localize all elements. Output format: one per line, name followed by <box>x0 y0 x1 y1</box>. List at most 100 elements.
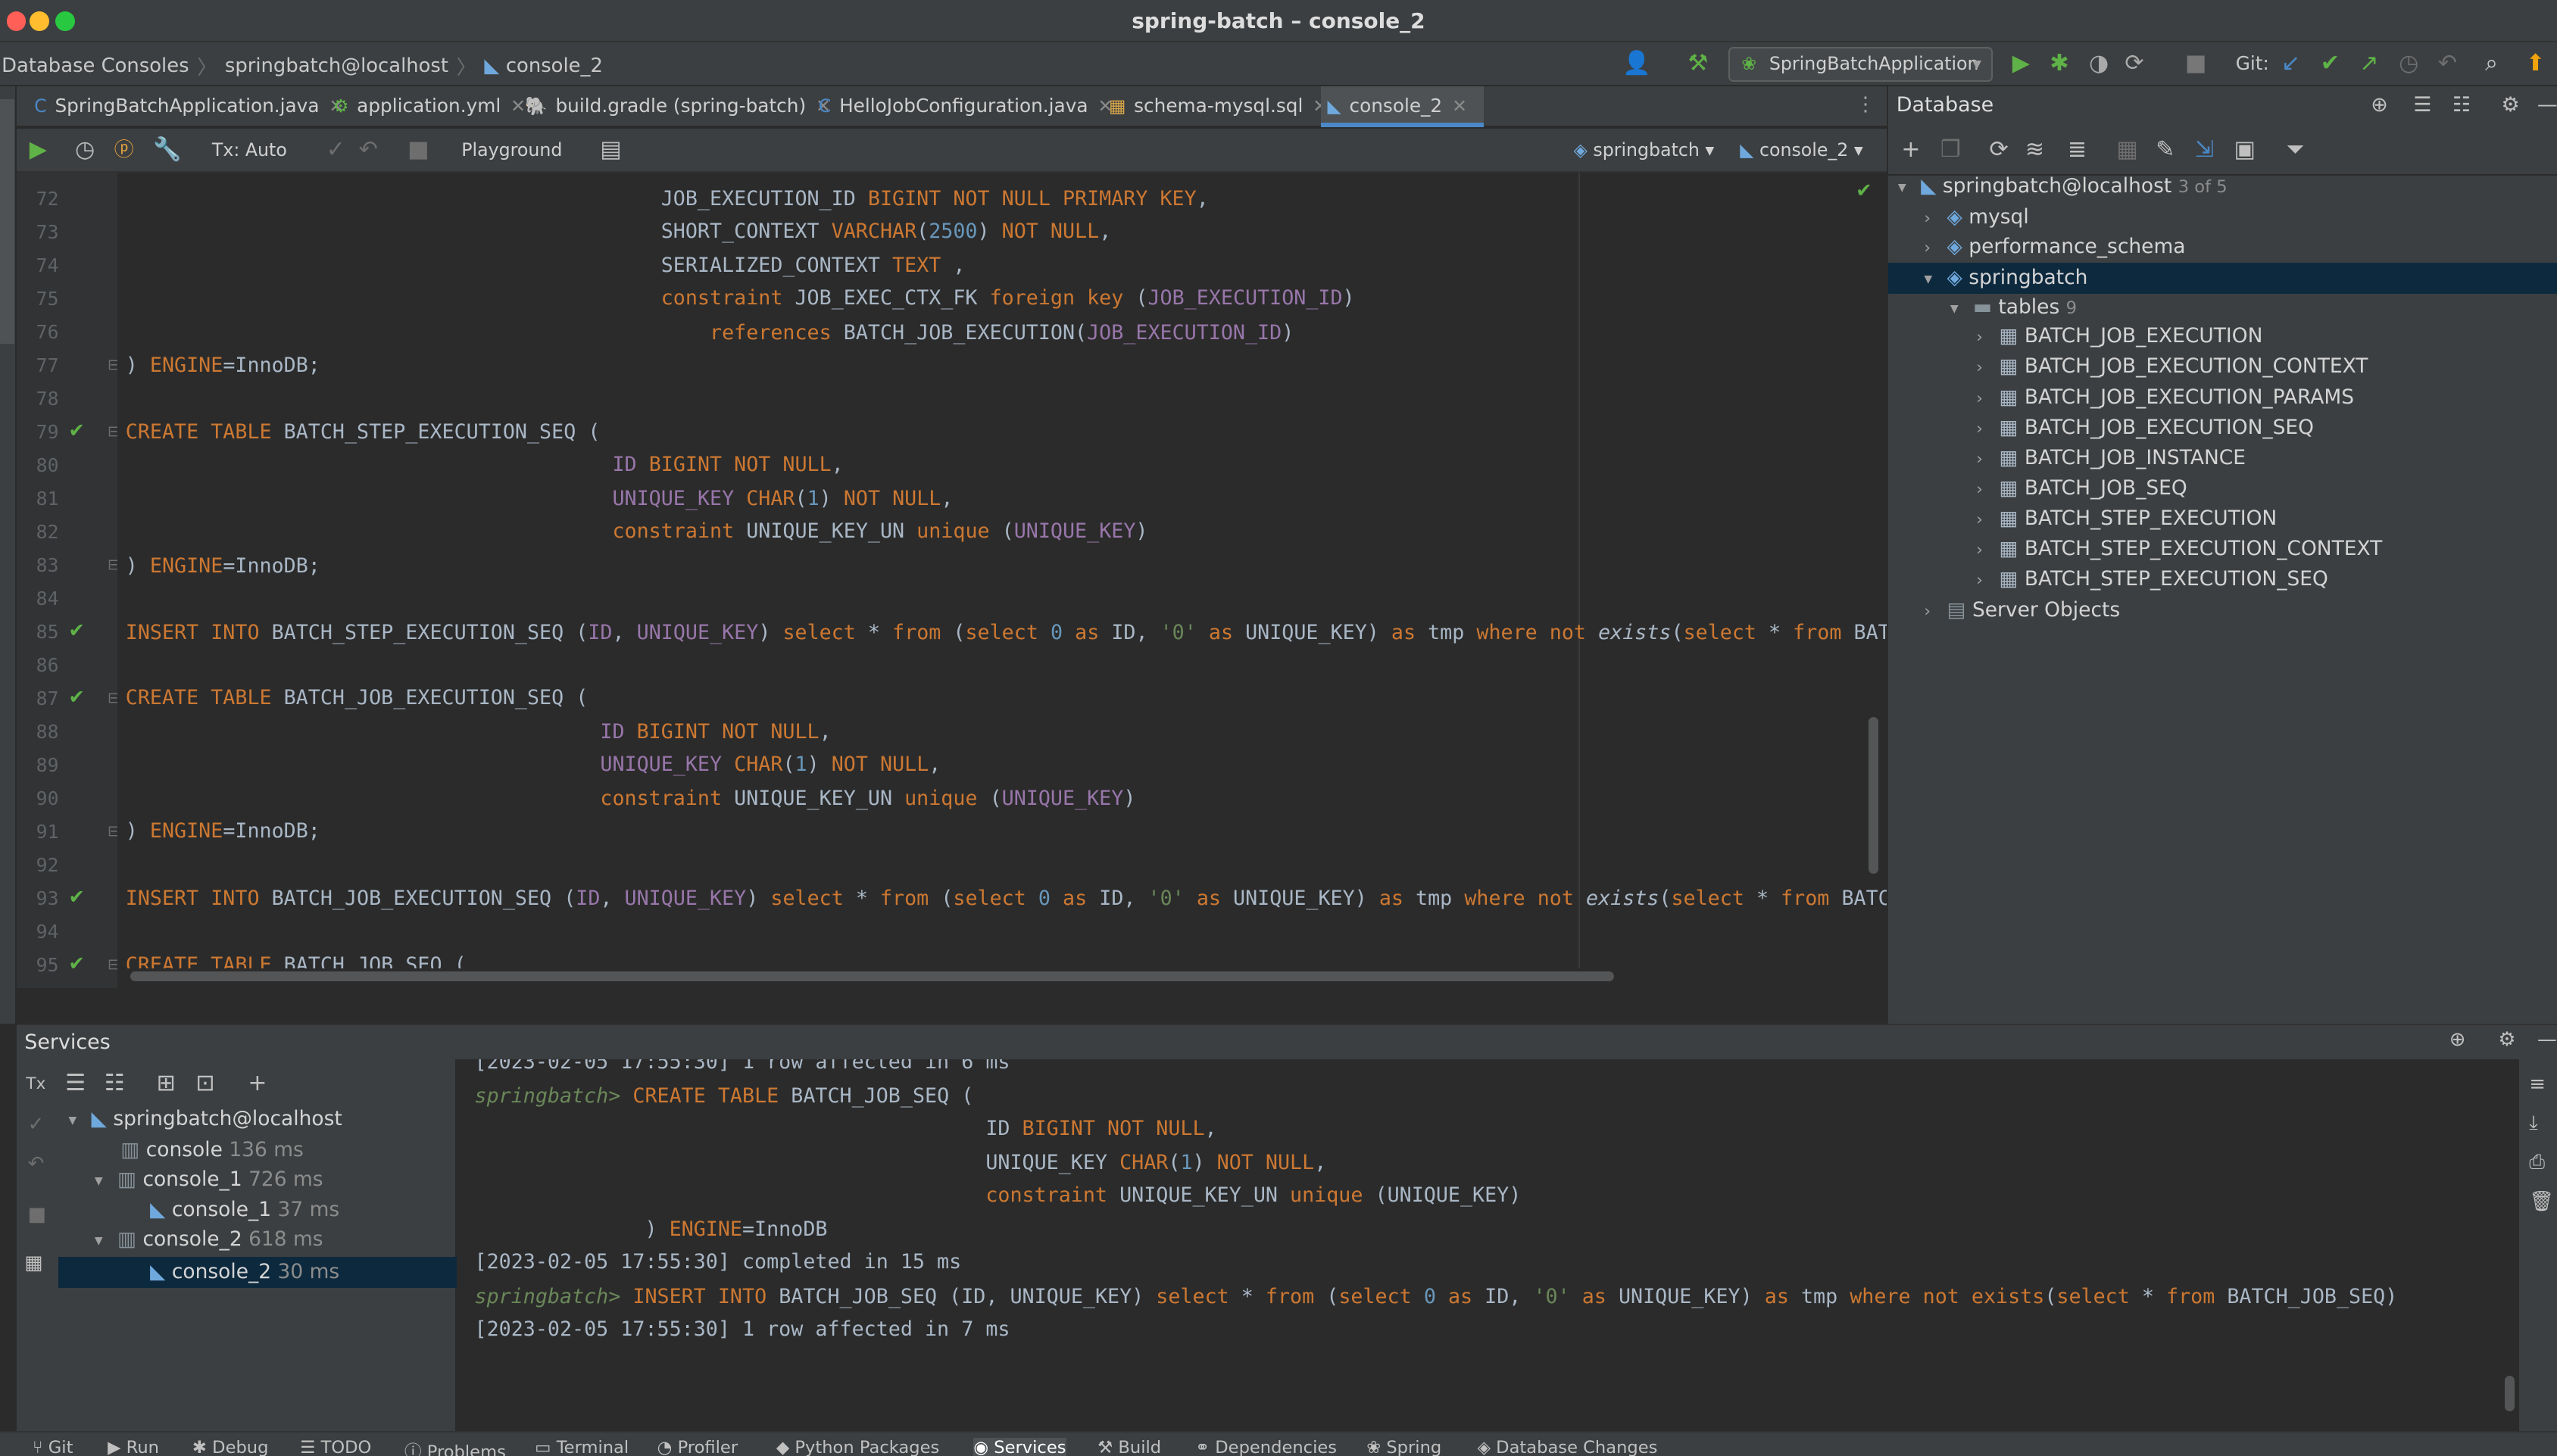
bottom-tab-todo[interactable]: ☰ TODO <box>300 1438 371 1456</box>
execute-icon[interactable]: ▶ <box>30 136 47 163</box>
edit-icon[interactable]: ✎ <box>2156 136 2175 163</box>
tree-table[interactable]: › ▦ BATCH_JOB_SEQ <box>1976 476 2187 500</box>
tab-springbatchapplication[interactable]: C SpringBatchApplication.java ✕ <box>28 86 344 127</box>
close-icon[interactable]: ✕ <box>1452 95 1467 117</box>
tree-table[interactable]: › ▦ BATCH_JOB_EXECUTION <box>1976 324 2262 348</box>
bottom-tab-database-changes[interactable]: ◈ Database Changes <box>1478 1438 1658 1456</box>
tab-schema-mysql[interactable]: ▦schema-mysql.sql✕ <box>1102 86 1328 127</box>
refresh-icon[interactable]: ⟳ <box>1990 136 2009 163</box>
hide-icon[interactable]: — <box>2537 86 2557 124</box>
tree-schema-mysql[interactable]: › ◈ mysql <box>1924 205 2028 229</box>
editor-horizontal-scrollbar[interactable] <box>130 971 1615 982</box>
filter-icon[interactable]: ⏷ <box>2286 136 2304 163</box>
services-output[interactable]: [2023-02-05 17:55:30] 1 row affected in … <box>457 1059 2505 1415</box>
svc-datasource[interactable]: ▾ ◣ springbatch@localhost <box>68 1107 342 1130</box>
settings-wrench-icon[interactable]: 🔧 <box>153 136 182 163</box>
breadcrumb-item[interactable]: Database Consoles <box>2 55 189 77</box>
chevron-right-icon[interactable]: › <box>1976 480 1999 499</box>
tab-application-yml[interactable]: ⚙ application.yml ✕ <box>326 86 526 127</box>
tree-table[interactable]: › ▦ BATCH_JOB_EXECUTION_CONTEXT <box>1976 354 2368 378</box>
breadcrumb-item[interactable]: console_2 <box>506 55 603 77</box>
tree-table[interactable]: › ▦ BATCH_JOB_INSTANCE <box>1976 446 2246 469</box>
tree-datasource[interactable]: ▾ ◣ springbatch@localhost 3 of 5 <box>1898 174 2228 198</box>
git-commit-icon[interactable]: ✔ <box>2321 50 2340 76</box>
copy-icon[interactable]: ❐ <box>1940 136 1961 163</box>
schema-select[interactable]: ◈ springbatch ▾ <box>1574 137 1715 163</box>
chevron-right-icon[interactable]: › <box>1924 602 1947 621</box>
print-icon[interactable]: ⎙ <box>2529 1151 2545 1174</box>
tree-schema-springbatch[interactable]: ▾ ◈ springbatch <box>1888 262 2557 295</box>
stop-icon[interactable]: ■ <box>2185 50 2206 76</box>
add-icon[interactable]: + <box>1901 136 1920 163</box>
git-history-icon[interactable]: ◷ <box>2399 50 2418 76</box>
svc-console[interactable]: ▥ console 136 ms <box>120 1138 304 1161</box>
tree-tables-folder[interactable]: ▾ ▬ tables 9 <box>1950 295 2077 319</box>
search-icon[interactable]: ⌕ <box>2485 50 2498 76</box>
user-icon[interactable]: 👤 <box>1622 50 1651 76</box>
chevron-down-icon[interactable]: ▾ <box>1950 299 1973 318</box>
locate-icon[interactable]: ⊕ <box>2449 1028 2466 1051</box>
collapse-all-icon[interactable]: ☷ <box>2452 86 2471 124</box>
editor-vertical-scrollbar[interactable] <box>1869 717 1879 874</box>
bottom-tab-services[interactable]: ◉ Services <box>973 1437 1066 1456</box>
locate-icon[interactable]: ⊕ <box>2371 86 2388 124</box>
hide-icon[interactable]: — <box>2537 1028 2557 1051</box>
chevron-right-icon[interactable]: › <box>1976 419 1999 438</box>
tree-server-objects[interactable]: › ▤ Server Objects <box>1924 598 2120 622</box>
profiler-icon[interactable]: ⓟ <box>114 137 134 163</box>
debug-icon[interactable]: ✱ <box>2050 50 2068 76</box>
new-tab-icon[interactable]: ⊡ <box>195 1071 214 1096</box>
bottom-tab-dependencies[interactable]: ⚭ Dependencies <box>1195 1438 1337 1456</box>
stop-icon[interactable]: ■ <box>28 1203 46 1226</box>
gear-icon[interactable]: ⚙ <box>2502 86 2520 124</box>
add-icon[interactable]: + <box>248 1071 267 1096</box>
output-vertical-scrollbar[interactable] <box>2505 1376 2515 1412</box>
chevron-right-icon[interactable]: › <box>1976 389 1999 408</box>
tree-table[interactable]: › ▦ BATCH_STEP_EXECUTION_CONTEXT <box>1976 537 2382 560</box>
schema-settings-icon[interactable]: ≋ <box>2025 136 2044 163</box>
chevron-right-icon[interactable]: › <box>1924 209 1947 228</box>
bottom-tab-problems[interactable]: ⓘ Problems <box>404 1438 506 1456</box>
jump-to-console-icon[interactable]: ⇲ <box>2195 136 2214 163</box>
svc-console-1[interactable]: ◣ console_1 37 ms <box>150 1198 339 1221</box>
chevron-right-icon[interactable]: › <box>1976 541 1999 560</box>
sql-icon[interactable]: ▣ <box>2234 136 2255 163</box>
rollback-icon[interactable]: ↶ <box>359 136 378 163</box>
svc-console-2-session[interactable]: ▾ ▥ console_2 618 ms <box>95 1227 323 1251</box>
bottom-tab-terminal[interactable]: ▭ Terminal <box>535 1438 629 1456</box>
bottom-tab-profiler[interactable]: ◔ Profiler <box>657 1438 738 1456</box>
tree-table[interactable]: › ▦ BATCH_JOB_EXECUTION_PARAMS <box>1976 385 2354 409</box>
commit-icon[interactable]: ✓ <box>326 136 345 163</box>
svc-console-2[interactable]: ◣ console_2 30 ms <box>58 1256 457 1288</box>
transaction-mode-select[interactable]: Tx: Auto <box>212 137 287 163</box>
git-push-icon[interactable]: ↗ <box>2359 50 2378 76</box>
playground-select[interactable]: Playground <box>461 137 562 163</box>
breadcrumb-item[interactable]: springbatch@localhost <box>225 55 448 77</box>
build-hammer-icon[interactable]: ⚒ <box>1687 50 1708 76</box>
git-rollback-icon[interactable]: ↶ <box>2438 50 2457 76</box>
group-icon[interactable]: ⊞ <box>157 1071 176 1096</box>
run-configuration-select[interactable]: ❀ SpringBatchApplication ▾ <box>1728 47 1993 82</box>
chevron-down-icon[interactable]: ▾ <box>68 1111 91 1130</box>
chevron-right-icon[interactable]: › <box>1976 571 1999 590</box>
chevron-down-icon[interactable]: ▾ <box>1924 264 1947 295</box>
history-icon[interactable]: ◷ <box>75 136 95 163</box>
tree-schema-performance[interactable]: › ◈ performance_schema <box>1924 235 2185 258</box>
svc-console-1-session[interactable]: ▾ ▥ console_1 726 ms <box>95 1168 323 1191</box>
scroll-to-end-icon[interactable]: ⤓ <box>2529 1111 2537 1135</box>
gear-icon[interactable]: ⚙ <box>2498 1028 2515 1051</box>
disconnect-icon[interactable]: ≣ <box>2068 136 2087 163</box>
bottom-tab-debug[interactable]: ✱ Debug <box>192 1438 268 1456</box>
table-icon[interactable]: ▦ <box>2116 136 2137 163</box>
cancel-icon[interactable]: ■ <box>407 136 429 163</box>
expand-all-icon[interactable]: ☰ <box>2413 86 2431 124</box>
bottom-tab-spring[interactable]: ❀ Spring <box>1366 1438 1441 1456</box>
coverage-icon[interactable]: ◑ <box>2089 50 2109 76</box>
bottom-tab-git[interactable]: ⑂ Git <box>33 1438 73 1456</box>
tree-table[interactable]: › ▦ BATCH_STEP_EXECUTION_SEQ <box>1976 567 2328 591</box>
bottom-tab-build[interactable]: ⚒ Build <box>1097 1438 1161 1456</box>
ide-update-icon[interactable]: ⬆ <box>2526 50 2545 76</box>
collapse-all-icon[interactable]: ☷ <box>105 1071 125 1096</box>
table-view-icon[interactable]: ▤ <box>600 136 621 163</box>
tree-table[interactable]: › ▦ BATCH_JOB_EXECUTION_SEQ <box>1976 416 2314 439</box>
